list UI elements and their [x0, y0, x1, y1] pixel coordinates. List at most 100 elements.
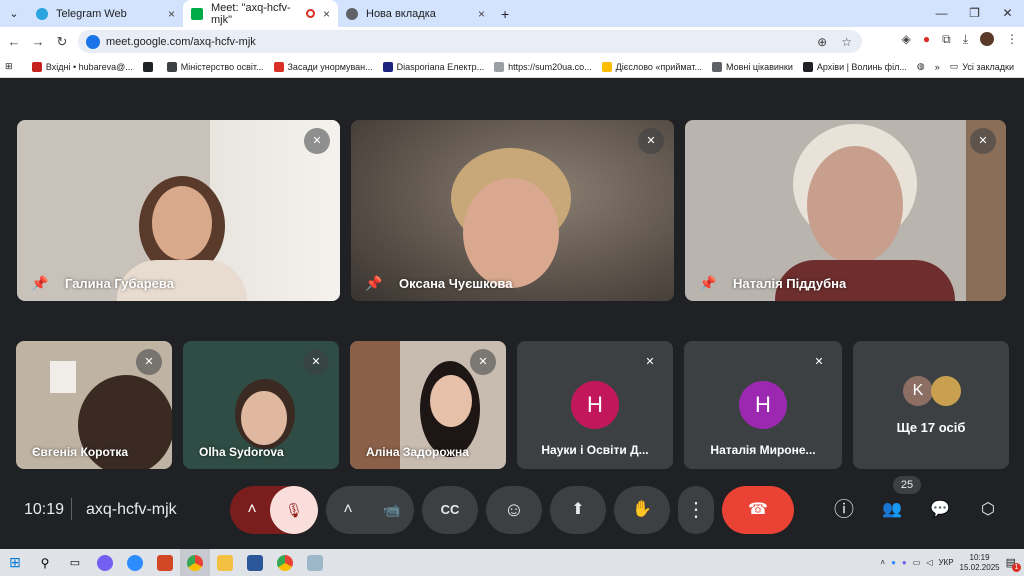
participant-tile[interactable]: ✕ Н Наталія Мироне...: [684, 341, 842, 469]
emoji-button[interactable]: ☺: [486, 486, 542, 534]
reload-button[interactable]: ↻: [50, 34, 74, 50]
bookmark-item[interactable]: Дієслово «приймат...: [597, 61, 707, 72]
restore-button[interactable]: ❐: [958, 0, 991, 27]
toolbar-actions: ◈ ● ⧉ ⤓ ⋮: [902, 32, 1018, 47]
forward-button[interactable]: →: [26, 34, 50, 49]
close-window-button[interactable]: ✕: [991, 0, 1024, 27]
profile-avatar[interactable]: [980, 32, 994, 46]
participant-tile[interactable]: ✕ 📌 Галина Губарева: [17, 120, 340, 301]
participant-tile[interactable]: ✕ 📌 Наталія Піддубна: [685, 120, 1006, 301]
clock[interactable]: 10:19 15.02.2025: [960, 553, 1000, 573]
participant-tile[interactable]: ✕ 📌 Оксана Чуєшкова: [351, 120, 674, 301]
site-info-icon[interactable]: [86, 34, 100, 49]
shapes-icon: ⬡: [981, 501, 995, 518]
download-icon[interactable]: ⤓: [963, 32, 968, 47]
zoom-tray-icon[interactable]: ●: [891, 558, 896, 567]
mic-off-icon: ✕: [638, 128, 664, 154]
windows-icon: ⊞: [9, 554, 21, 570]
participant-name: Науки і Освіти Д...: [541, 443, 649, 457]
close-tab-icon[interactable]: ×: [323, 7, 330, 21]
more-participants-tile[interactable]: K Ще 17 осіб: [853, 341, 1009, 469]
network-icon[interactable]: ▭: [913, 558, 921, 567]
zoom-app[interactable]: [120, 549, 150, 576]
file-explorer-app[interactable]: [210, 549, 240, 576]
meeting-controls: 10:19 axq-hcfv-mjk ˄ 🎙 ˄ 📹 CC ☺ ⬆ ✋ ⋮ ☎ …: [0, 476, 1024, 534]
raise-hand-button[interactable]: ✋: [614, 486, 670, 534]
task-view-button[interactable]: ▭: [60, 549, 90, 576]
volume-icon[interactable]: ◁: [926, 558, 932, 567]
zoom-icon[interactable]: ⊕: [817, 35, 827, 49]
participant-tile[interactable]: ✕ Аліна Задорожна: [350, 341, 506, 469]
bookmark-item[interactable]: Міністерство освіт...: [162, 61, 269, 72]
activities-button[interactable]: ⬡: [970, 486, 1006, 534]
camera-icon: 📹: [383, 502, 401, 518]
close-tab-icon[interactable]: ×: [478, 7, 485, 21]
search-button[interactable]: ⚲: [30, 549, 60, 576]
viber-app[interactable]: [90, 549, 120, 576]
tab-meet[interactable]: Meet: "axq-hcfv-mjk" ×: [183, 0, 338, 27]
face-shape: [152, 186, 212, 260]
meeting-info-button[interactable]: ⓘ: [826, 486, 862, 534]
participant-name: Наталія Піддубна: [733, 276, 847, 291]
leave-call-button[interactable]: ☎: [722, 486, 794, 534]
camera-options-button[interactable]: ˄: [326, 486, 370, 534]
bookmark-item[interactable]: Вхідні • hubareva@...: [27, 61, 138, 72]
new-tab-button[interactable]: +: [493, 0, 517, 27]
extension-badge-icon[interactable]: ●: [923, 32, 930, 47]
tab-new[interactable]: Нова вкладка ×: [338, 0, 493, 27]
bookmark-item[interactable]: Мовні цікавинки: [707, 61, 798, 72]
powerpoint-app[interactable]: [150, 549, 180, 576]
globe-icon[interactable]: ◍: [912, 61, 930, 72]
participant-tile[interactable]: ✕ Olha Sydorova: [183, 341, 339, 469]
back-button[interactable]: ←: [2, 34, 26, 49]
present-button[interactable]: ⬆: [550, 486, 606, 534]
bookmark-item[interactable]: Архіви | Волинь філ...: [798, 61, 912, 72]
language-indicator[interactable]: УКР: [938, 558, 953, 567]
mic-options-button[interactable]: ˄: [230, 486, 274, 534]
bookmark-item[interactable]: Засади унормуван...: [269, 61, 378, 72]
bookmark-item[interactable]: Diasporiana Електр...: [378, 61, 489, 72]
mic-off-icon: ✕: [136, 349, 162, 375]
avatar: Н: [739, 381, 787, 429]
notepad-app[interactable]: [300, 549, 330, 576]
mic-off-icon: ✕: [470, 349, 496, 375]
meeting-stage: ✕ 📌 Галина Губарева ✕ 📌 Оксана Чуєшкова …: [0, 78, 1024, 549]
chrome-app[interactable]: [180, 549, 210, 576]
avatar: Н: [571, 381, 619, 429]
word-app[interactable]: [240, 549, 270, 576]
notifications-icon[interactable]: ▤ 1: [1006, 556, 1021, 572]
puzzle-icon[interactable]: ⧉: [942, 32, 951, 47]
minimize-button[interactable]: —: [925, 0, 958, 27]
bookmark-item[interactable]: https://sum20ua.co...: [489, 61, 597, 72]
tab-search-button[interactable]: ⌄: [0, 0, 28, 27]
participant-tile[interactable]: ✕ Євгенія Коротка: [16, 341, 172, 469]
bookmark-item[interactable]: [138, 61, 162, 72]
mic-off-icon: 🎙: [285, 502, 303, 518]
shield-icon[interactable]: ◈: [902, 32, 911, 47]
mic-off-icon: ✕: [637, 349, 663, 375]
camera-button[interactable]: 📹: [370, 486, 414, 534]
all-bookmarks[interactable]: ▭ Усі закладки: [945, 61, 1024, 72]
apps-icon[interactable]: ⊞: [0, 61, 27, 72]
viber-tray-icon[interactable]: ●: [902, 558, 907, 567]
pin-icon[interactable]: 📌: [699, 275, 716, 292]
participant-tile[interactable]: ✕ Н Науки і Освіти Д...: [517, 341, 673, 469]
pin-icon[interactable]: 📌: [31, 275, 48, 292]
bookmarks-more[interactable]: »: [930, 62, 945, 72]
google-meet-icon: [191, 7, 203, 20]
close-tab-icon[interactable]: ×: [168, 7, 175, 21]
tray-expand-icon[interactable]: ˄: [880, 558, 885, 567]
tab-telegram[interactable]: Telegram Web ×: [28, 0, 183, 27]
chrome-app-2[interactable]: [270, 549, 300, 576]
mic-off-icon: ✕: [303, 349, 329, 375]
address-bar[interactable]: meet.google.com/axq-hcfv-mjk ⊕ ☆: [78, 30, 862, 53]
bookmark-star-icon[interactable]: ☆: [841, 35, 852, 49]
menu-icon[interactable]: ⋮: [1006, 32, 1018, 47]
chat-button[interactable]: 💬: [922, 486, 958, 534]
start-button[interactable]: ⊞: [0, 549, 30, 576]
captions-button[interactable]: CC: [422, 486, 478, 534]
pin-icon[interactable]: 📌: [365, 275, 382, 292]
mic-off-button[interactable]: 🎙: [270, 486, 318, 534]
more-options-button[interactable]: ⋮: [678, 486, 714, 534]
system-tray: ˄ ● ● ▭ ◁ УКР 10:19 15.02.2025 ▤ 1: [880, 553, 1024, 573]
